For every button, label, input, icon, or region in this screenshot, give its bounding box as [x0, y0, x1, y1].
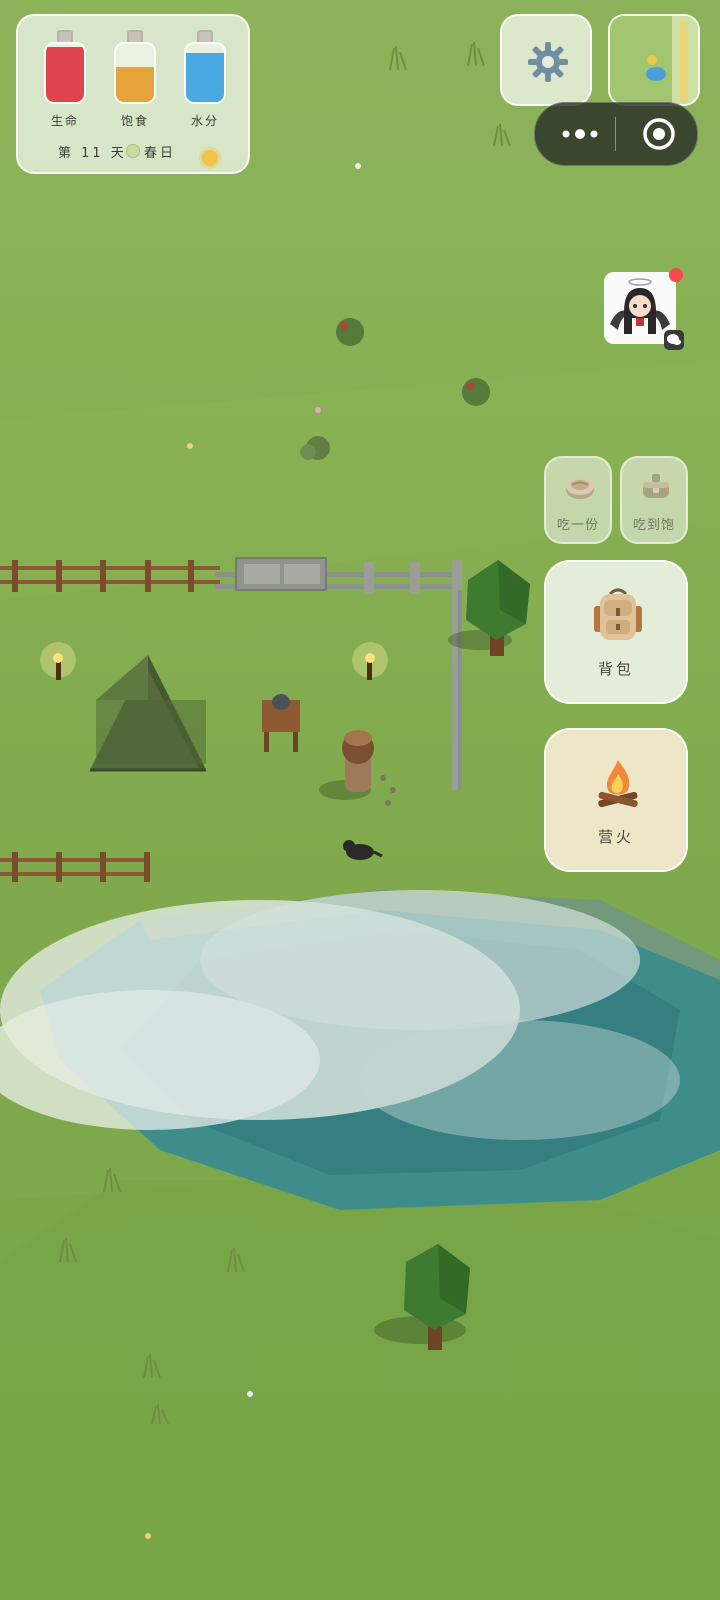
torch-right: [352, 642, 388, 680]
wooden-fence-bottom: [0, 852, 150, 882]
stone-wall: [215, 557, 462, 790]
campfire-button[interactable]: 营火: [544, 728, 688, 872]
meat-icon: [566, 477, 594, 499]
capsule-divider: [615, 117, 616, 151]
hunger-bottle: [112, 30, 158, 106]
health-bottle: [42, 30, 88, 106]
pot-icon: [643, 474, 669, 498]
bush-1: [336, 318, 364, 346]
backpack-icon: [594, 588, 642, 640]
season-icon: [126, 144, 140, 158]
health-label: 生命: [50, 114, 79, 128]
water-fill: [186, 52, 224, 102]
player-character: [319, 730, 396, 806]
black-cat: [343, 840, 383, 860]
sun-icon: [202, 150, 218, 166]
hunger-fill: [116, 67, 154, 102]
gear-icon: [528, 42, 568, 82]
water-label: 水分: [190, 114, 219, 128]
campfire-label: 营火: [597, 828, 634, 846]
miniprogram-capsule: [534, 102, 698, 166]
more-menu-button[interactable]: [549, 103, 609, 165]
water-bottle: [182, 30, 228, 106]
eat-one-label: 吃一份: [556, 518, 599, 533]
target-circle-icon: [643, 118, 675, 150]
settings-button[interactable]: [500, 14, 592, 106]
hunger-label: 饱食: [120, 114, 149, 128]
season-label: 春日: [144, 146, 177, 161]
notification-dot: [669, 268, 683, 282]
torch-left: [40, 642, 76, 680]
tent: [90, 655, 206, 772]
backpack-label: 背包: [597, 660, 634, 678]
eat-full-label: 吃到饱: [632, 518, 675, 533]
campfire-icon: [598, 760, 638, 808]
day-counter: 第 11 天: [58, 146, 127, 161]
health-fill: [46, 46, 84, 102]
eat-full-button[interactable]: 吃到饱: [620, 456, 688, 544]
more-dots-icon: [562, 129, 598, 139]
chat-icon: [664, 330, 684, 350]
minimap-graphic: [610, 16, 698, 104]
eat-one-button[interactable]: 吃一份: [544, 456, 612, 544]
bush-2: [462, 378, 490, 406]
minimap[interactable]: [608, 14, 700, 106]
game-scene[interactable]: 生命 饱食 水分 第 11 天 春日 吃一份 吃到饱 背包 营火: [0, 0, 720, 1600]
stats-panel: 生命 饱食 水分 第 11 天 春日: [16, 14, 250, 174]
cooking-table: [262, 694, 300, 752]
backpack-button[interactable]: 背包: [544, 560, 688, 704]
close-miniprogram-button[interactable]: [621, 103, 691, 165]
